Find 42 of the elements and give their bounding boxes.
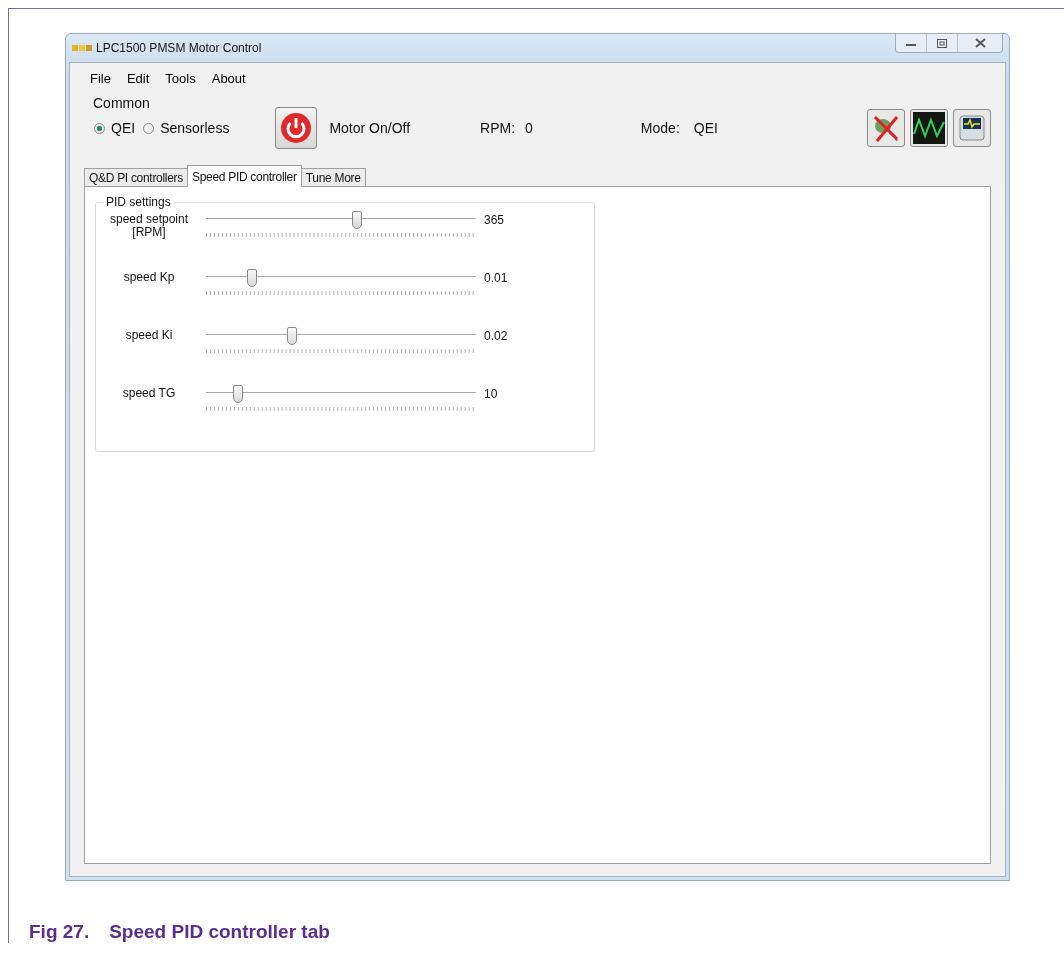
disconnect-button[interactable] — [867, 109, 905, 147]
slider-thumb[interactable] — [246, 269, 257, 287]
group-title: PID settings — [105, 195, 172, 209]
slider-thumb[interactable] — [287, 327, 298, 345]
mode-label: Mode: — [640, 120, 680, 136]
menu-item[interactable]: About — [207, 69, 254, 88]
tab[interactable]: Speed PID controller — [186, 165, 302, 187]
slider[interactable] — [206, 325, 476, 355]
maximize-icon — [937, 38, 947, 48]
mode-radio[interactable]: Sensorless — [143, 120, 230, 136]
figure-number: Fig 27. — [29, 921, 90, 943]
tab[interactable]: Q&D PI controllers — [84, 168, 188, 187]
slider-label: speed TG — [121, 385, 177, 400]
slider-value: 0.01 — [484, 270, 509, 285]
menu-item[interactable]: Tools — [161, 69, 204, 88]
waveform-button[interactable] — [910, 109, 948, 147]
motor-label: Motor On/Off — [329, 120, 411, 136]
menu-item[interactable]: File — [86, 69, 119, 88]
rpm-value: 0 — [525, 120, 533, 136]
mode-radio[interactable]: QEI — [94, 120, 136, 136]
slider-label: speed setpoint [RPM] — [108, 211, 190, 239]
slider[interactable] — [206, 267, 476, 297]
close-icon — [974, 38, 986, 48]
window-title: LPC1500 PMSM Motor Control — [96, 41, 262, 55]
monitor-button[interactable] — [953, 109, 991, 147]
power-button[interactable] — [275, 107, 318, 149]
slider[interactable] — [206, 383, 476, 413]
slider-value: 0.02 — [484, 328, 509, 343]
group-title: Common — [93, 95, 151, 111]
slider[interactable] — [206, 209, 476, 239]
slider-thumb[interactable] — [352, 211, 363, 229]
slider-label: speed Kp — [122, 269, 176, 284]
slider-value: 365 — [484, 212, 506, 227]
rpm-label: RPM: — [480, 120, 516, 136]
tab[interactable]: Tune More — [300, 168, 366, 187]
slider-label: speed Ki — [124, 327, 174, 342]
figure-caption: Speed PID controller tab — [109, 921, 330, 943]
logo-icon — [72, 44, 92, 52]
slider-value: 10 — [484, 386, 499, 401]
mode-value: QEI — [693, 120, 718, 136]
menu-item[interactable]: Edit — [122, 69, 158, 88]
slider-thumb[interactable] — [233, 385, 244, 403]
